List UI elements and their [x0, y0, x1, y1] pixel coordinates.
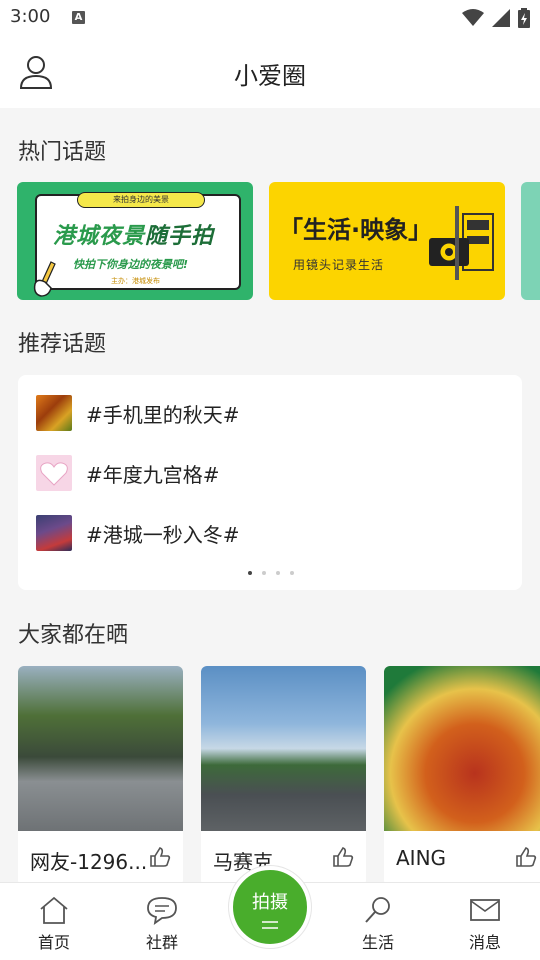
- feed-card[interactable]: 网友-1296...: [18, 666, 183, 886]
- notification-icon: A: [72, 11, 85, 24]
- mail-icon: [470, 899, 500, 921]
- topic-label: #手机里的秋天#: [86, 402, 240, 427]
- tab-home[interactable]: 首页: [19, 895, 89, 953]
- indicator-dot: [248, 571, 252, 575]
- recommended-topics-card: #手机里的秋天# #年度九宫格# #港城一秒入冬#: [18, 375, 522, 590]
- carousel-indicator: [248, 571, 294, 575]
- topic-item-nine-grid[interactable]: #年度九宫格#: [36, 455, 220, 491]
- feed-photo: [384, 666, 540, 831]
- indicator-dot: [276, 571, 280, 575]
- search-icon: [365, 897, 390, 923]
- topic-item-winter[interactable]: #港城一秒入冬#: [36, 515, 240, 551]
- wifi-icon: [462, 9, 484, 26]
- status-time: 3:00: [10, 6, 51, 27]
- feed-title: 大家都在晒: [18, 623, 129, 648]
- like-icon[interactable]: [149, 846, 171, 868]
- topic-thumbnail: [36, 455, 72, 491]
- status-icons: [462, 8, 530, 28]
- shoot-label: 拍摄: [252, 892, 288, 913]
- heart-icon: [40, 462, 68, 486]
- tab-life[interactable]: 生活: [343, 895, 413, 953]
- hot-topic-banner-life-image[interactable]: 「生活·映象」 用镜头记录生活: [269, 182, 505, 300]
- topic-label: #港城一秒入冬#: [86, 522, 240, 547]
- page-title: 小爱圈: [234, 62, 306, 90]
- tab-messages[interactable]: 消息: [450, 895, 520, 953]
- feed-username: AING: [396, 846, 447, 870]
- topic-thumbnail: [36, 395, 72, 431]
- feed-photo: [201, 666, 366, 831]
- feed-strip[interactable]: 网友-1296... 马赛克 AING: [0, 666, 540, 886]
- hot-topics-title: 热门话题: [18, 140, 107, 165]
- banner-main-b: 随手拍: [145, 224, 215, 249]
- indicator-dot: [290, 571, 294, 575]
- hot-topics-carousel[interactable]: 来拍身边的美景 港城夜景随手拍 快拍下你身边的夜景吧! 主办：港城发布 「生活·…: [0, 182, 540, 300]
- banner-main-title: 港城夜景随手拍: [53, 218, 214, 250]
- topic-item-autumn[interactable]: #手机里的秋天#: [36, 395, 240, 431]
- status-bar: 3:00 A: [0, 0, 540, 36]
- like-icon[interactable]: [332, 846, 354, 868]
- feed-photo: [18, 666, 183, 831]
- app-header: 小爱圈: [0, 36, 540, 108]
- indicator-dot: [262, 571, 266, 575]
- camera-icon: [429, 206, 494, 280]
- tab-label: 首页: [37, 933, 70, 952]
- feed-username: 网友-1296...: [30, 850, 148, 874]
- banner-subtitle: 快拍下你身边的夜景吧!: [73, 258, 189, 271]
- hand-pen-icon: [33, 261, 56, 297]
- feed-card[interactable]: AING: [384, 666, 540, 886]
- banner-note: 主办：港城发布: [111, 277, 160, 285]
- topic-thumbnail: [36, 515, 72, 551]
- tab-community[interactable]: 社群: [127, 895, 197, 953]
- tab-label: 消息: [468, 933, 501, 952]
- menu-lines-icon: [262, 921, 278, 929]
- topic-label: #年度九宫格#: [86, 462, 220, 487]
- hot-topic-banner-more[interactable]: [521, 182, 540, 300]
- tab-label: 生活: [361, 933, 394, 952]
- banner2-subtitle: 用镜头记录生活: [293, 258, 385, 272]
- battery-icon: [518, 8, 530, 28]
- banner-frame: 来拍身边的美景 港城夜景随手拍 快拍下你身边的夜景吧! 主办：港城发布: [35, 192, 241, 290]
- home-icon: [40, 896, 68, 924]
- shoot-button[interactable]: 拍摄: [229, 866, 311, 948]
- recommended-topics-title: 推荐话题: [18, 332, 107, 357]
- signal-icon: [492, 9, 510, 27]
- like-icon[interactable]: [515, 846, 537, 868]
- banner-top-label: 来拍身边的美景: [77, 192, 205, 208]
- tab-label: 社群: [145, 933, 178, 952]
- banner-main-a: 港城夜景: [53, 224, 146, 249]
- feed-card[interactable]: 马赛克: [201, 666, 366, 886]
- chat-icon: [147, 897, 177, 925]
- hot-topic-banner-night-view[interactable]: 来拍身边的美景 港城夜景随手拍 快拍下你身边的夜景吧! 主办：港城发布: [17, 182, 253, 300]
- banner2-title: 「生活·映象」: [279, 216, 433, 244]
